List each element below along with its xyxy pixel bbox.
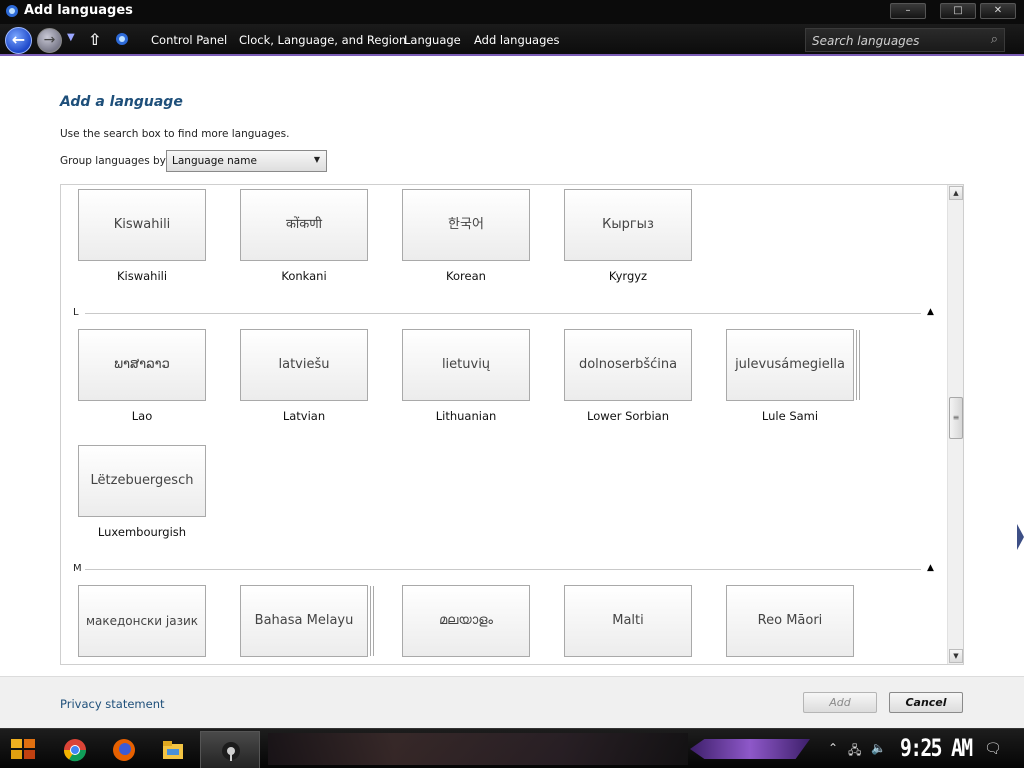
forward-button[interactable]: →	[37, 28, 62, 53]
language-tile-korean[interactable]: 한국어	[402, 189, 530, 261]
address-bar: ← → ▼ ⇧ Control Panel Clock, Language, a…	[0, 24, 1024, 56]
network-icon[interactable]: 🖧	[848, 741, 861, 762]
section-divider	[85, 313, 921, 314]
control-panel-taskbar-icon	[222, 742, 240, 761]
window-title: Add languages	[24, 3, 133, 18]
taskbar: ⌃ 🖧 🔈 9:25 AM 🗨	[0, 728, 1024, 768]
notifications-icon[interactable]: 🗨	[984, 741, 1002, 757]
language-tile-latvian[interactable]: latviešu	[240, 329, 368, 401]
group-by-label: Group languages by:	[60, 155, 169, 167]
scroll-down-icon[interactable]: ▼	[949, 649, 963, 663]
language-tile-malayalam[interactable]: മലയാളം	[402, 585, 530, 657]
language-name: Korean	[446, 269, 486, 283]
taskbar-wallpaper-decoration	[268, 733, 688, 765]
close-button[interactable]: ✕	[980, 3, 1016, 19]
language-tile-lower-sorbian[interactable]: dolnoserbšćina	[564, 329, 692, 401]
up-button[interactable]: ⇧	[88, 30, 101, 49]
minimize-button[interactable]: –	[890, 3, 926, 19]
recent-pages-dropdown[interactable]: ▼	[67, 32, 75, 43]
back-button[interactable]: ←	[5, 27, 32, 54]
language-tile-malay[interactable]: Bahasa Melayu	[240, 585, 368, 657]
section-header-m: M ▲	[73, 563, 943, 581]
maximize-button[interactable]: □	[940, 3, 976, 19]
privacy-statement-link[interactable]: Privacy statement	[60, 697, 165, 711]
file-explorer-icon[interactable]	[161, 738, 185, 762]
taskbar-active-window[interactable]	[200, 731, 260, 768]
language-name: Luxembourgish	[97, 525, 187, 539]
language-list: Kiswahili Kiswahili कोंकणी Konkani 한국어 K…	[60, 184, 964, 665]
search-placeholder: Search languages	[812, 34, 920, 48]
language-tile-maltese[interactable]: Malti	[564, 585, 692, 657]
language-name: Kiswahili	[116, 269, 168, 283]
language-tile-lithuanian[interactable]: lietuvių	[402, 329, 530, 401]
language-name: Lower Sorbian	[587, 409, 669, 423]
language-tile-kyrgyz[interactable]: Кыргыз	[564, 189, 692, 261]
search-input[interactable]: Search languages ⌕	[805, 28, 1005, 52]
language-tile-luxembourgish[interactable]: Lëtzebuergesch	[78, 445, 206, 517]
group-by-dropdown[interactable]: Language name ▼	[166, 150, 327, 172]
side-panel-tab[interactable]	[1017, 524, 1024, 550]
breadcrumb-clock-language-region[interactable]: Clock, Language, and Region	[239, 33, 406, 47]
chrome-icon[interactable]	[63, 738, 87, 762]
section-letter: M	[73, 563, 82, 574]
section-divider	[85, 569, 921, 570]
page-title: Add a language	[60, 94, 183, 110]
location-icon	[116, 33, 128, 45]
language-name: Kyrgyz	[608, 269, 648, 283]
title-bar: Add languages – □ ✕	[0, 0, 1024, 24]
scroll-thumb[interactable]: ≡	[949, 397, 963, 439]
start-button-icon[interactable]	[8, 736, 38, 762]
collapse-section-icon[interactable]: ▲	[927, 307, 934, 317]
taskbar-accent-decoration	[690, 739, 810, 759]
language-name: Lao	[131, 409, 153, 423]
back-arrow-icon: ←	[11, 30, 26, 49]
language-tile-konkani[interactable]: कोंकणी	[240, 189, 368, 261]
taskbar-clock[interactable]: 9:25 AM	[900, 734, 973, 762]
volume-icon[interactable]: 🔈	[871, 741, 886, 755]
language-tile-lule-sami[interactable]: julevusámegiella	[726, 329, 854, 401]
language-tile-maori[interactable]: Reo Māori	[726, 585, 854, 657]
scroll-up-icon[interactable]: ▲	[949, 186, 963, 200]
vertical-scrollbar[interactable]: ▲ ≡ ▼	[947, 185, 963, 664]
collapse-section-icon[interactable]: ▲	[927, 563, 934, 573]
language-tile-lao[interactable]: ພາສາລາວ	[78, 329, 206, 401]
control-panel-icon	[6, 5, 18, 17]
add-button[interactable]: Add	[803, 692, 877, 713]
language-name: Lithuanian	[435, 409, 497, 423]
footer-bar: Privacy statement Add Cancel	[0, 676, 1024, 728]
search-hint: Use the search box to find more language…	[60, 128, 290, 140]
search-icon[interactable]: ⌕	[991, 32, 998, 47]
show-hidden-icons-icon[interactable]: ⌃	[828, 741, 838, 755]
section-letter: L	[73, 307, 79, 318]
cancel-button[interactable]: Cancel	[889, 692, 963, 713]
up-arrow-icon: ⇧	[88, 30, 102, 49]
forward-arrow-icon: →	[43, 32, 56, 48]
language-name: Latvian	[282, 409, 326, 423]
section-header-l: L ▲	[73, 307, 943, 325]
chevron-down-icon: ▼	[313, 155, 320, 164]
breadcrumb-add-languages[interactable]: Add languages	[474, 33, 559, 47]
firefox-icon[interactable]	[112, 738, 136, 762]
breadcrumb-control-panel[interactable]: Control Panel	[151, 33, 227, 47]
breadcrumb-language[interactable]: Language	[404, 33, 461, 47]
language-tile-macedonian[interactable]: македонски јазик	[78, 585, 206, 657]
language-tile-kiswahili[interactable]: Kiswahili	[78, 189, 206, 261]
language-name: Konkani	[281, 269, 327, 283]
group-by-value: Language name	[172, 155, 257, 167]
language-name: Lule Sami	[761, 409, 819, 423]
